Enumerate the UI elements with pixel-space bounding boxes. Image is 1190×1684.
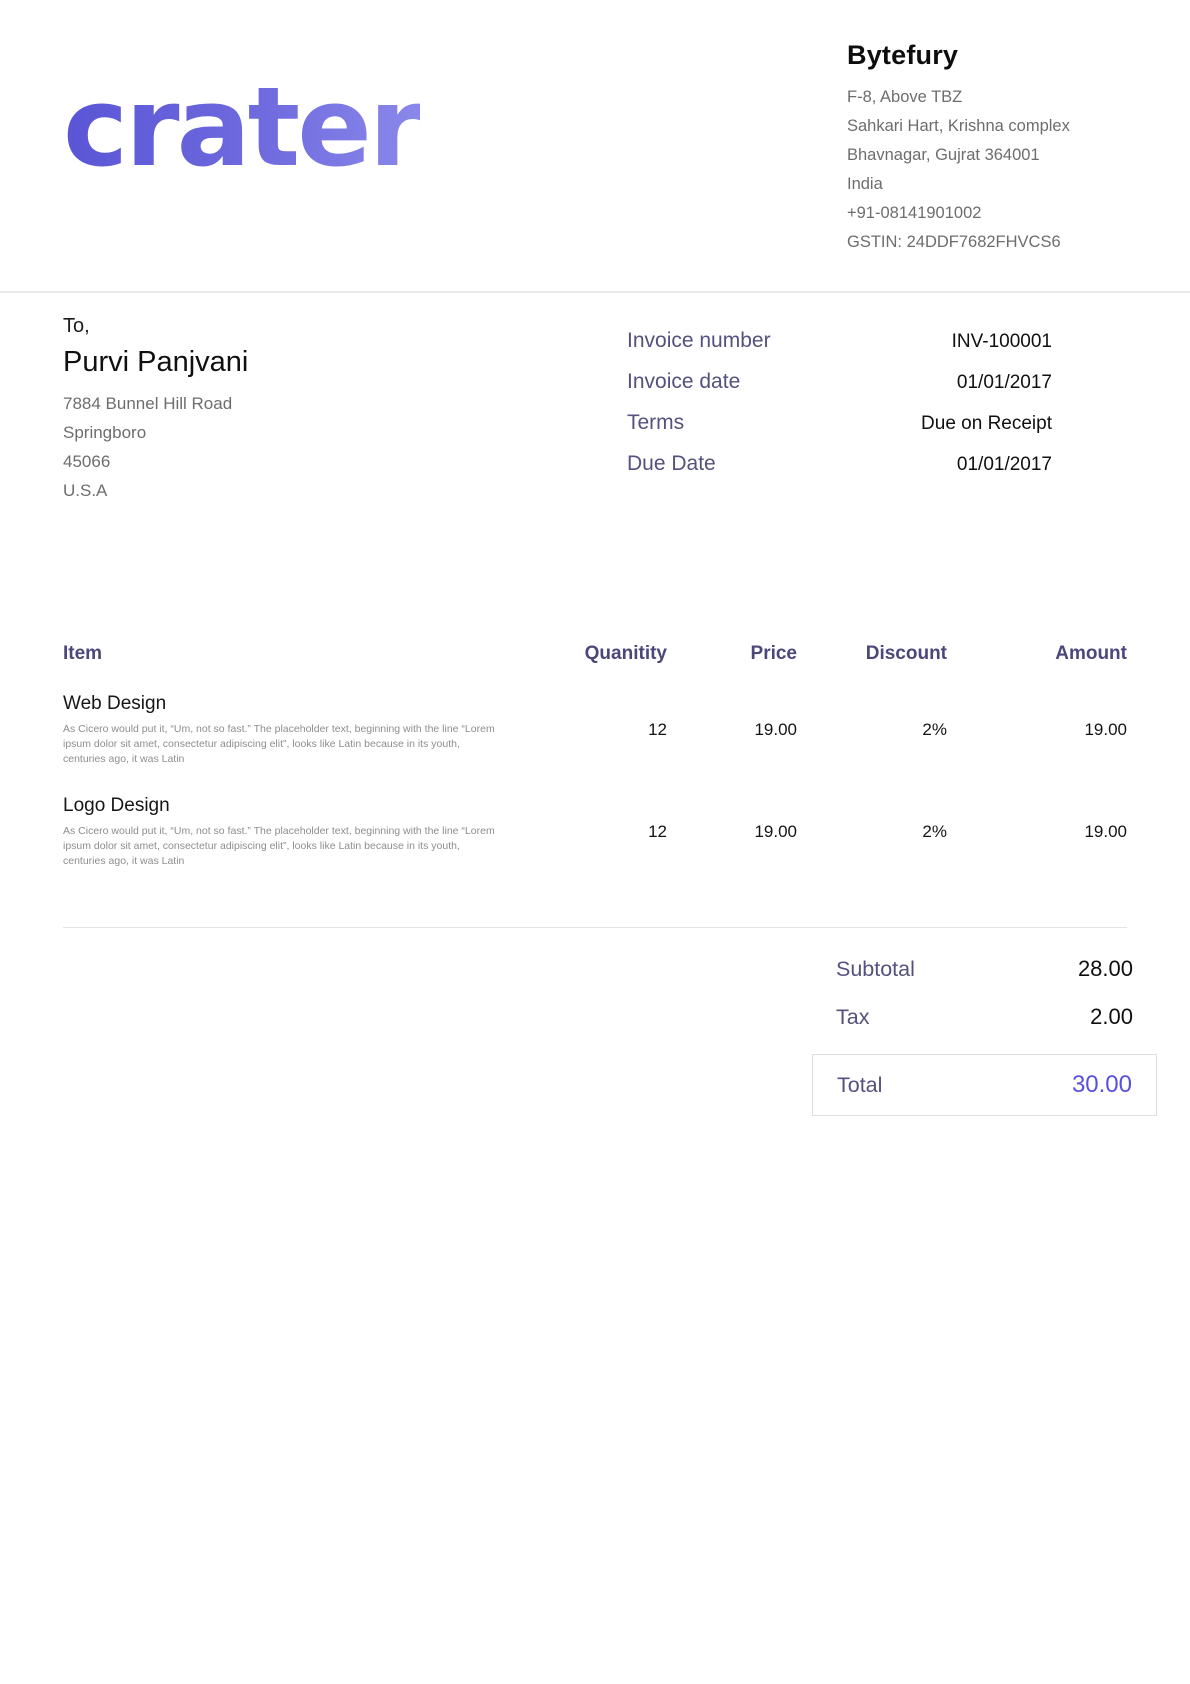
- line-item-discount: 2%: [797, 720, 947, 740]
- invoice-meta-block: Invoice number INV-100001 Invoice date 0…: [627, 329, 1052, 505]
- subtotal-label: Subtotal: [836, 957, 915, 982]
- line-item-row: Web Design As Cicero would put it, “Um, …: [63, 665, 1127, 767]
- customer-address-line: 45066: [63, 447, 248, 476]
- invoice-number-value: INV-100001: [952, 331, 1052, 353]
- line-item-amount: 19.00: [947, 720, 1127, 740]
- line-item-price: 19.00: [667, 720, 797, 740]
- due-date-label: Due Date: [627, 452, 716, 476]
- line-item-name: Web Design: [63, 693, 537, 715]
- tax-row: Tax 2.00: [812, 1004, 1157, 1030]
- invoice-number-label: Invoice number: [627, 329, 771, 353]
- invoice-date-label: Invoice date: [627, 370, 740, 394]
- line-item-cell: Web Design As Cicero would put it, “Um, …: [63, 693, 537, 767]
- invoice-header: crater Bytefury F-8, Above TBZ Sahkari H…: [0, 0, 1190, 293]
- company-name: Bytefury: [847, 40, 1127, 71]
- line-item-quantity: 12: [537, 822, 667, 842]
- tax-value: 2.00: [1090, 1004, 1133, 1030]
- subtotal-row: Subtotal 28.00: [812, 956, 1157, 982]
- customer-address-line: U.S.A: [63, 476, 248, 505]
- line-items-table: Item Quanitity Price Discount Amount Web…: [63, 643, 1127, 928]
- company-address-line: Bhavnagar, Gujrat 364001: [847, 141, 1127, 170]
- billing-section: To, Purvi Panjvani 7884 Bunnel Hill Road…: [63, 315, 1127, 505]
- tax-label: Tax: [836, 1005, 869, 1030]
- bill-to-intro: To,: [63, 315, 248, 338]
- invoice-date-row: Invoice date 01/01/2017: [627, 370, 1052, 394]
- invoice-number-row: Invoice number INV-100001: [627, 329, 1052, 353]
- column-header-discount: Discount: [797, 643, 947, 665]
- terms-value: Due on Receipt: [921, 413, 1052, 435]
- table-header-row: Item Quanitity Price Discount Amount: [63, 643, 1127, 665]
- due-date-value: 01/01/2017: [957, 454, 1052, 476]
- grand-total-label: Total: [837, 1073, 882, 1098]
- line-item-row: Logo Design As Cicero would put it, “Um,…: [63, 767, 1127, 869]
- due-date-row: Due Date 01/01/2017: [627, 452, 1052, 476]
- table-bottom-divider: [63, 927, 1127, 928]
- subtotal-value: 28.00: [1078, 956, 1133, 982]
- grand-total-value: 30.00: [1072, 1071, 1132, 1099]
- terms-label: Terms: [627, 411, 684, 435]
- line-item-description: As Cicero would put it, “Um, not so fast…: [63, 722, 503, 767]
- terms-row: Terms Due on Receipt: [627, 411, 1052, 435]
- customer-address-line: Springboro: [63, 418, 248, 447]
- column-header-item: Item: [63, 643, 537, 665]
- company-address-line: F-8, Above TBZ: [847, 83, 1127, 112]
- invoice-date-value: 01/01/2017: [957, 372, 1052, 394]
- grand-total-box: Total 30.00: [812, 1054, 1157, 1116]
- column-header-quantity: Quanitity: [537, 643, 667, 665]
- line-item-cell: Logo Design As Cicero would put it, “Um,…: [63, 795, 537, 869]
- company-gstin: GSTIN: 24DDF7682FHVCS6: [847, 228, 1127, 257]
- line-item-description: As Cicero would put it, “Um, not so fast…: [63, 824, 503, 869]
- customer-address-line: 7884 Bunnel Hill Road: [63, 389, 248, 418]
- crater-logo: crater: [63, 72, 420, 182]
- company-address-line: India: [847, 170, 1127, 199]
- line-item-price: 19.00: [667, 822, 797, 842]
- column-header-price: Price: [667, 643, 797, 665]
- line-item-name: Logo Design: [63, 795, 537, 817]
- column-header-amount: Amount: [947, 643, 1127, 665]
- line-item-quantity: 12: [537, 720, 667, 740]
- company-address-line: Sahkari Hart, Krishna complex: [847, 112, 1127, 141]
- totals-section: Subtotal 28.00 Tax 2.00 Total 30.00: [812, 956, 1157, 1116]
- bill-to-block: To, Purvi Panjvani 7884 Bunnel Hill Road…: [63, 315, 248, 505]
- customer-name: Purvi Panjvani: [63, 346, 248, 379]
- invoice-body: To, Purvi Panjvani 7884 Bunnel Hill Road…: [0, 315, 1190, 1116]
- line-item-amount: 19.00: [947, 822, 1127, 842]
- line-item-discount: 2%: [797, 822, 947, 842]
- company-info: Bytefury F-8, Above TBZ Sahkari Hart, Kr…: [847, 38, 1127, 257]
- company-phone: +91-08141901002: [847, 199, 1127, 228]
